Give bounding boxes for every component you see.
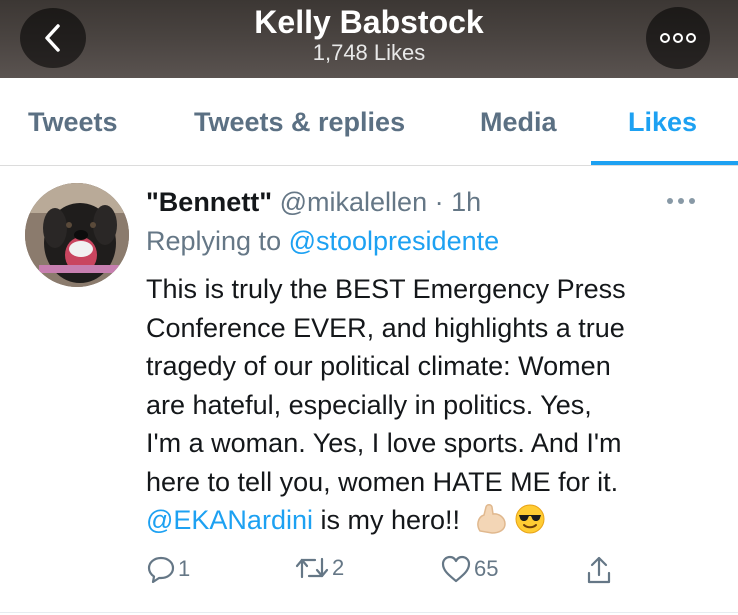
reply-icon [147,556,175,583]
tab-tweets-replies[interactable]: Tweets & replies [194,78,405,165]
more-horizontal-icon [667,198,695,204]
more-horizontal-icon [660,33,696,43]
like-count: 65 [474,556,499,581]
tweet-text-line: Conference EVER, and highlights a true [146,312,625,343]
profile-tabs: Tweets Tweets & replies Media Likes [0,78,738,166]
reply-button[interactable]: 1 [147,555,190,583]
replying-to-mention[interactable]: @stoolpresidente [289,226,500,256]
timestamp: 1h [451,187,482,217]
retweet-count: 2 [332,555,345,580]
tweet-text: This is truly the BEST Emergency Press C… [146,270,726,546]
active-tab-indicator [591,161,738,165]
hero-text: is my hero!! [312,505,461,535]
retweet-icon [295,557,329,579]
display-name[interactable]: "Bennett" [146,187,272,217]
share-button[interactable] [586,555,612,585]
tab-likes[interactable]: Likes [628,78,697,165]
tab-tweets[interactable]: Tweets [28,78,118,165]
handle[interactable]: @mikalellen [280,187,427,217]
tweet-text-line-last: @EKANardini is my hero!! [146,501,726,546]
tweet[interactable]: "Bennett" @mikalellen · 1h Replying to @… [0,166,738,615]
tab-media[interactable]: Media [480,78,557,165]
tweet-text-line: here to tell you, women HATE ME for it. [146,466,619,497]
sunglasses-face-emoji-icon [514,503,546,546]
profile-name: Kelly Babstock [254,4,484,40]
flexed-biceps-emoji-icon [474,503,508,546]
tweet-more-button[interactable] [666,186,696,210]
hero-mention[interactable]: @EKANardini [146,505,313,535]
heart-icon [441,555,471,583]
share-icon [587,556,611,584]
tweet-text-line: This is truly the BEST Emergency Press [146,274,626,304]
reply-count: 1 [178,556,191,581]
more-button[interactable] [646,7,710,69]
retweet-button[interactable]: 2 [295,555,344,581]
replying-prefix: Replying to [146,226,289,256]
tweet-author: "Bennett" @mikalellen · 1h [146,186,481,218]
avatar[interactable] [25,183,129,287]
tweet-text-line: tragedy of our political climate: Women [146,351,611,381]
tweet-actions: 1 2 65 [0,555,738,595]
tweet-text-line: I'm a woman. Yes, I love sports. And I'm [146,428,622,458]
tweet-text-line: are hateful, especially in politics. Yes… [146,389,592,420]
divider [0,612,738,613]
likes-count: 1,748 Likes [312,40,426,65]
like-button[interactable]: 65 [441,555,498,583]
replying-to: Replying to @stoolpresidente [146,224,499,258]
profile-header: Kelly Babstock 1,748 Likes [0,0,738,78]
separator: · [434,187,444,217]
